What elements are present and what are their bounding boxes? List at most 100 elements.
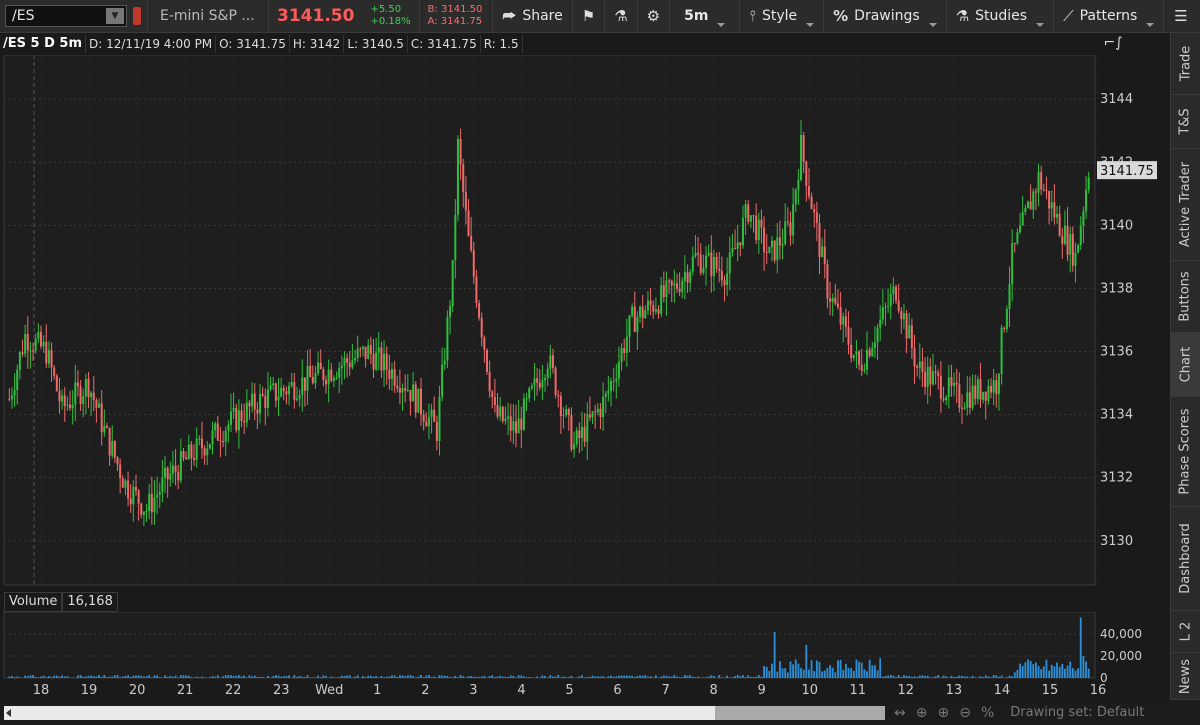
candle-body: [950, 377, 953, 386]
candle-body: [74, 382, 77, 405]
candle-body: [211, 430, 214, 445]
candle-body: [953, 382, 956, 386]
menu-button[interactable]: ☰: [1164, 0, 1197, 33]
x-tick-label: 16: [1090, 683, 1107, 698]
candle-body: [665, 280, 668, 298]
settings-button[interactable]: ⚙: [638, 0, 669, 33]
chevron-down-icon[interactable]: ▼: [106, 8, 124, 24]
candle-body: [216, 423, 219, 441]
sidebar-tab-news[interactable]: News: [1171, 653, 1200, 700]
candle-body: [1066, 225, 1069, 255]
candle-body: [734, 248, 737, 250]
candle-body: [13, 389, 16, 396]
candle-body: [1026, 201, 1029, 208]
sidebar-tab-ts[interactable]: T&S: [1171, 95, 1200, 149]
candle-body: [361, 346, 364, 349]
pattern-icon: ⟋: [1063, 7, 1074, 25]
chart-style-icon[interactable]: ⌐∫: [1100, 35, 1126, 53]
horizontal-scrollbar[interactable]: [4, 705, 885, 720]
candle-body: [747, 204, 750, 222]
scroll-left-arrow-icon[interactable]: [6, 708, 11, 717]
sidebar-tab-phase-scores[interactable]: Phase Scores: [1171, 397, 1200, 507]
candle-body: [636, 316, 639, 332]
share-button[interactable]: ⮫ Share: [493, 0, 571, 33]
candle-body: [654, 309, 657, 312]
candle-body: [245, 402, 248, 423]
candle-body: [71, 404, 74, 409]
candle-body: [1005, 308, 1008, 329]
candle-body: [675, 283, 678, 289]
style-button[interactable]: ⫯ Style: [740, 0, 823, 33]
candle-body: [792, 204, 795, 236]
candle-body: [18, 352, 21, 370]
sidebar-tab-buttons[interactable]: Buttons: [1171, 261, 1200, 333]
percent-icon[interactable]: %: [981, 705, 994, 721]
x-tick-label: 2: [421, 683, 429, 698]
candle-body: [134, 486, 137, 491]
pan-icon[interactable]: ↭: [894, 705, 906, 721]
sidebar-tab-dashboard[interactable]: Dashboard: [1171, 507, 1200, 611]
sidebar-tab-chart[interactable]: Chart: [1171, 333, 1200, 397]
thinkorswim-chart-window: /ES ▼ E-mini S&P ... 3141.50 +5.50 +0.18…: [0, 0, 1200, 725]
symbol-selector[interactable]: /ES ▼: [5, 5, 127, 27]
candle-body: [639, 306, 642, 317]
candle-body: [984, 391, 987, 401]
change-percent: +0.18%: [370, 16, 411, 27]
ask-value: A: 3141.75: [427, 16, 483, 27]
sidebar-tab-active-trader[interactable]: Active Trader: [1171, 149, 1200, 261]
y-tick-label: 3140: [1100, 218, 1133, 233]
zoom-out-icon[interactable]: ⊖: [959, 705, 971, 721]
candle-body: [997, 373, 1000, 395]
sidebar-tab-l2[interactable]: L 2: [1171, 611, 1200, 653]
candle-body: [686, 272, 689, 283]
candle-body: [673, 283, 676, 286]
scrollbar-thumb[interactable]: [715, 705, 885, 720]
drawing-set-label[interactable]: Drawing set: Default: [1010, 705, 1144, 720]
candle-body: [689, 271, 692, 283]
candle-body: [525, 398, 528, 400]
candle-body: [480, 317, 483, 338]
price-chart[interactable]: 313031323134313631383140314231443141.75: [0, 55, 1170, 590]
candle-body: [1087, 177, 1090, 190]
drawings-button[interactable]: % Drawings: [824, 0, 946, 33]
candle-body: [82, 396, 85, 405]
candle-body: [968, 392, 971, 408]
candle-body: [1048, 191, 1051, 209]
lab-button[interactable]: ⚗: [605, 0, 636, 33]
candle-body: [900, 311, 903, 320]
link-color-icon[interactable]: [133, 7, 141, 25]
crosshair-icon[interactable]: ⊕: [916, 705, 928, 721]
candle-body: [881, 307, 884, 320]
candle-body: [1050, 202, 1053, 209]
candle-body: [924, 371, 927, 387]
bar-high: H: 3142: [290, 35, 345, 53]
candle-body: [1045, 190, 1048, 192]
candle-body: [728, 252, 731, 274]
candle-body: [580, 426, 583, 439]
caret-icon: [806, 22, 815, 27]
x-tick-label: 20: [129, 683, 146, 698]
candle-body: [269, 385, 272, 390]
studies-button[interactable]: ⚗ Studies: [947, 0, 1053, 33]
candle-body: [306, 366, 309, 391]
sidebar-tab-trade[interactable]: Trade: [1171, 33, 1200, 95]
candle-body: [179, 451, 182, 481]
volume-value: 16,168: [62, 592, 118, 612]
candle-body: [987, 385, 990, 401]
candle-body: [383, 353, 386, 371]
candle-body: [623, 348, 626, 353]
flag-button[interactable]: ⚑: [573, 0, 604, 33]
patterns-button[interactable]: ⟋ Patterns: [1054, 0, 1163, 33]
timeframe-button[interactable]: 5m: [670, 0, 739, 33]
net-change: +5.50 +0.18%: [362, 4, 418, 28]
y-tick-label: 3130: [1100, 534, 1133, 549]
candle-body: [995, 380, 998, 395]
volume-chart[interactable]: 40,00020,0000: [0, 612, 1170, 682]
candle-body: [573, 443, 576, 450]
candle-body: [908, 325, 911, 339]
flask-icon: ⚗: [614, 7, 628, 25]
candle-body: [369, 345, 372, 354]
candle-body: [1069, 234, 1072, 255]
zoom-in-icon[interactable]: ⊕: [937, 705, 949, 721]
candle-body: [617, 362, 620, 379]
